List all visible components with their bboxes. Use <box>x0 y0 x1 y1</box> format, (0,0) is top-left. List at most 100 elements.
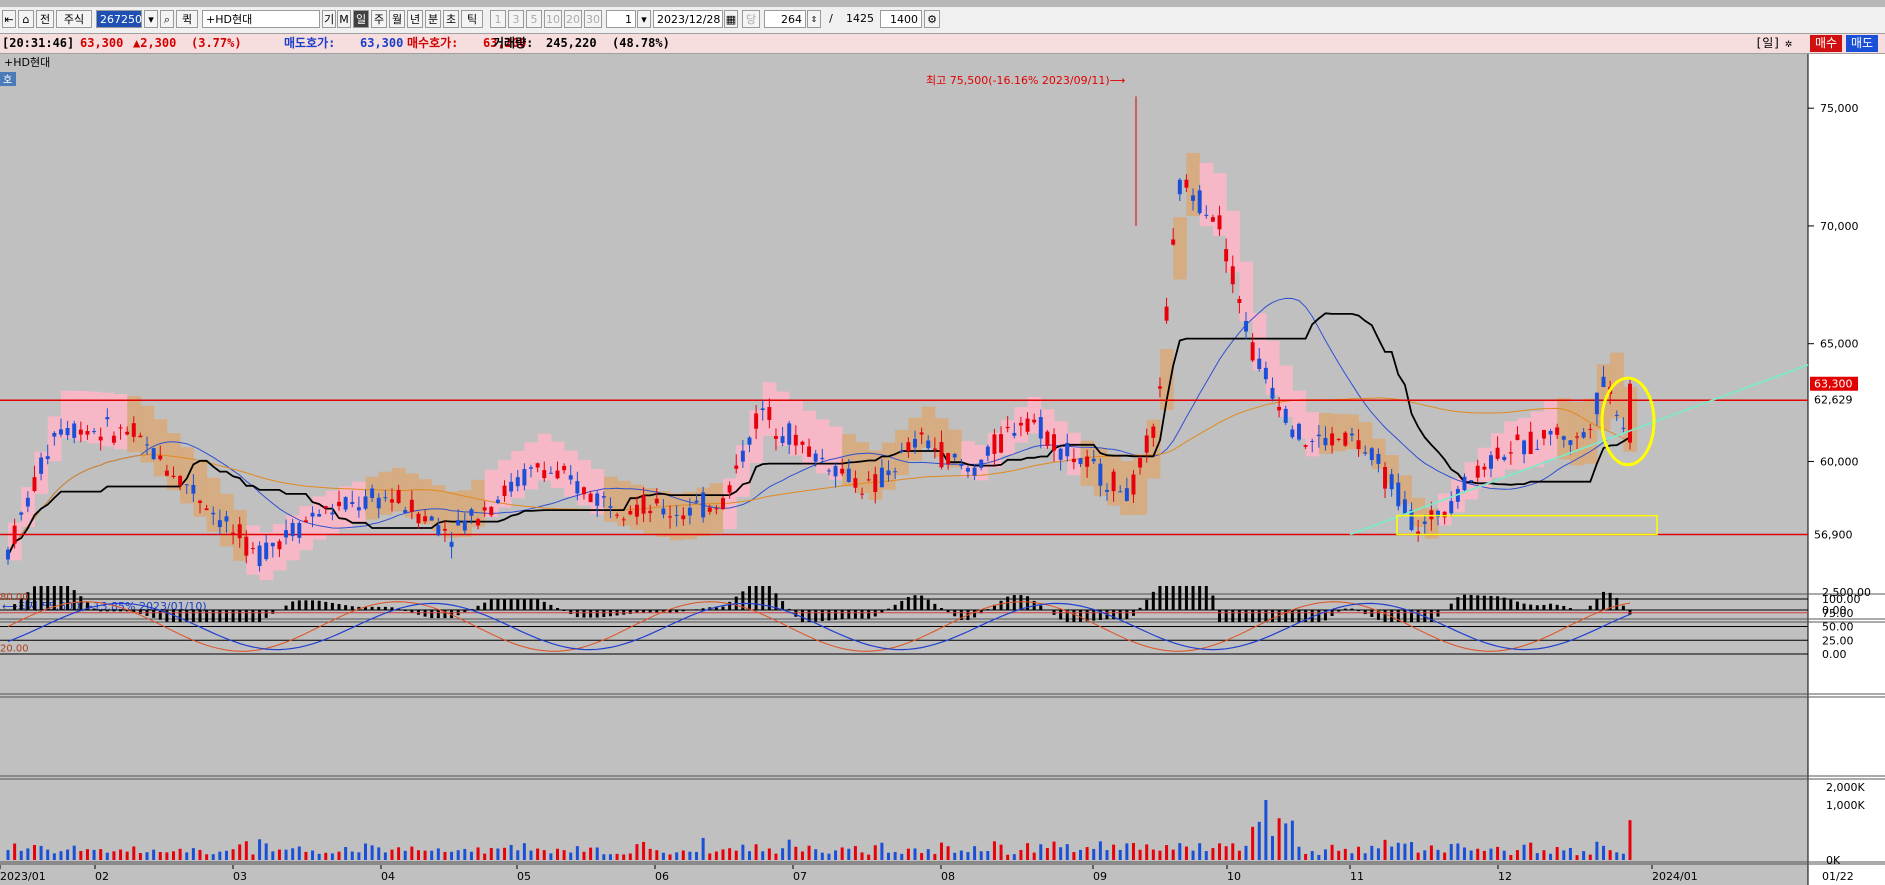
chart-area[interactable]: 63,300 62,629 56,900 +HD현대 호 최고 75,500(-16… <box>0 54 1885 885</box>
candle-body <box>436 525 441 536</box>
chevron-down-icon[interactable]: ▾ <box>637 10 651 28</box>
candle-body <box>39 457 44 474</box>
interval-10-button[interactable]: 10 <box>544 10 562 28</box>
chevron-down-icon[interactable]: ▾ <box>144 10 158 28</box>
display-count-input[interactable]: 1400 <box>880 10 922 28</box>
all-button[interactable]: 전 <box>36 10 54 28</box>
interval-1-button[interactable]: 1 <box>490 10 506 28</box>
period-second-button[interactable]: 초 <box>443 10 459 28</box>
macd-histogram-bar <box>1224 610 1228 622</box>
today-button[interactable]: 당 <box>742 10 760 28</box>
stock-lookup-button[interactable]: 퀵 <box>176 10 198 28</box>
period-m-button[interactable]: M <box>337 10 351 28</box>
candle-body <box>78 429 83 435</box>
search-icon[interactable]: ⌕ <box>160 10 174 28</box>
candle-body <box>1058 448 1063 460</box>
daily-mode-button[interactable]: [일] <box>1755 34 1781 53</box>
period-month-button[interactable]: 월 <box>389 10 405 28</box>
gear-icon[interactable]: ✲ <box>1785 34 1792 53</box>
candle-body <box>310 512 315 517</box>
first-button[interactable]: ⇤ <box>2 10 16 28</box>
volume-bar <box>1290 820 1294 860</box>
sell-button[interactable]: 매도 <box>1846 35 1878 52</box>
macd-histogram-bar <box>390 607 394 610</box>
home-icon[interactable]: ⌂ <box>18 10 34 28</box>
bars-shown-input[interactable]: 264 <box>764 10 806 28</box>
macd-histogram-bar <box>350 606 354 610</box>
volume-bar <box>66 849 70 860</box>
candle-body <box>681 515 686 520</box>
macd-histogram-bar <box>489 599 493 610</box>
macd-histogram-bar <box>920 595 924 610</box>
candle-body <box>383 497 388 499</box>
candle-body <box>502 485 507 496</box>
candle-body <box>198 500 202 503</box>
period-tick-button[interactable]: 기 <box>322 10 336 28</box>
macd-histogram-bar <box>1231 610 1235 622</box>
volume-bar <box>774 853 778 860</box>
volume-bar <box>1310 851 1314 860</box>
period-minute-button[interactable]: 분 <box>425 10 441 28</box>
buy-button[interactable]: 매수 <box>1810 35 1842 52</box>
settings-icon[interactable]: ⚙ <box>924 10 940 28</box>
stock-name-field[interactable]: +HD현대 <box>202 10 320 28</box>
macd-histogram-bar <box>555 607 559 610</box>
macd-histogram-bar <box>258 610 262 622</box>
macd-histogram-bar <box>1211 595 1215 610</box>
volume-bar <box>145 852 149 860</box>
volume-bar <box>231 849 235 860</box>
volume-bar <box>728 848 732 860</box>
stock-code-input[interactable]: 267250 <box>96 10 142 28</box>
volume-bar <box>794 846 798 860</box>
cloud-segment <box>299 506 313 551</box>
candle-body <box>204 508 209 511</box>
macd-histogram-bar <box>1039 605 1043 610</box>
volume-bar <box>1515 850 1519 860</box>
volume-bar <box>112 851 116 860</box>
candle-body <box>787 423 792 445</box>
candle-body <box>906 442 911 452</box>
volume-bar <box>13 843 17 860</box>
volume-bar <box>1052 841 1056 860</box>
calendar-icon[interactable]: ▦ <box>724 10 738 28</box>
interval-3-button[interactable]: 3 <box>508 10 524 28</box>
volume-bar <box>1350 853 1354 860</box>
candle-body <box>1078 458 1083 465</box>
interval-30-button[interactable]: 30 <box>584 10 602 28</box>
volume-bar <box>218 851 222 860</box>
date-input[interactable]: 2023/12/28 <box>653 10 723 28</box>
volume-bar <box>1337 850 1341 860</box>
candle-body <box>1449 501 1454 514</box>
interval-count-input[interactable]: 1 <box>606 10 636 28</box>
candle-body <box>343 497 348 510</box>
macd-histogram-bar <box>939 608 943 610</box>
macd-histogram-bar <box>747 586 751 610</box>
volume-bar <box>364 843 368 860</box>
macd-histogram-bar <box>383 606 387 610</box>
candle-body <box>515 477 520 487</box>
candle-body <box>456 520 461 526</box>
macd-histogram-bar <box>1125 610 1129 620</box>
macd-histogram-bar <box>814 610 818 622</box>
spin-icon[interactable]: ⇕ <box>807 10 821 28</box>
candle-body <box>601 496 606 498</box>
volume-bar <box>32 844 36 860</box>
time-axis-label: 09 <box>1093 870 1107 883</box>
period-day-button[interactable]: 일 <box>353 10 369 28</box>
interval-5-button[interactable]: 5 <box>526 10 542 28</box>
interval-20-button[interactable]: 20 <box>564 10 582 28</box>
volume-bar <box>1191 850 1195 860</box>
volume-bar <box>1304 853 1308 860</box>
macd-histogram-bar <box>701 608 705 610</box>
market-type-select[interactable]: 주식 <box>56 10 92 28</box>
macd-histogram-bar <box>476 605 480 610</box>
volume-bar <box>297 846 301 860</box>
macd-histogram-bar <box>1403 610 1407 622</box>
candle-body <box>1621 427 1626 429</box>
period-tick2-button[interactable]: 틱 <box>461 10 483 28</box>
period-year-button[interactable]: 년 <box>407 10 423 28</box>
period-week-button[interactable]: 주 <box>371 10 387 28</box>
macd-histogram-bar <box>847 610 851 619</box>
volume-bar <box>1410 842 1414 860</box>
volume-bar <box>754 844 758 860</box>
